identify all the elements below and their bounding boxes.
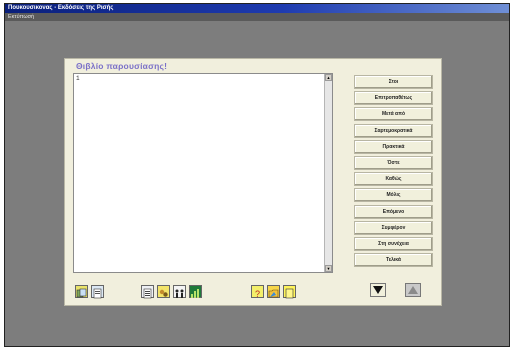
connector-button[interactable]: Σαρτεμοκρατικά <box>354 123 433 138</box>
list-icon[interactable] <box>141 285 154 299</box>
bottom-toolbar: ? <box>65 281 441 301</box>
connector-button[interactable]: Συμφέρον <box>354 220 433 235</box>
note-icon[interactable] <box>283 285 296 299</box>
window-title: Πουκουσικονας - Εκδόσεις της Ρισής <box>8 5 114 11</box>
title-bar: Πουκουσικονας - Εκδόσεις της Ρισής <box>5 4 509 13</box>
scroll-up-icon <box>408 286 418 294</box>
presentation-panel: Θιβλίο παρουσίασης! 1 ▲ ▼ Στοι Επιτροπαθ… <box>64 58 442 306</box>
connector-button[interactable]: Μόλις <box>354 188 433 203</box>
connector-button[interactable]: Τελικά <box>354 253 433 268</box>
connector-button[interactable]: Επόμενο <box>354 204 433 219</box>
menu-bar: Εκτύπωσή <box>5 13 509 21</box>
panel-heading: Θιβλίο παρουσίασης! <box>76 61 168 71</box>
copy-icon[interactable] <box>75 285 88 298</box>
scroll-down-arrow-icon[interactable]: ▼ <box>325 265 332 272</box>
people-icon[interactable] <box>173 285 186 298</box>
folder-icon[interactable] <box>267 285 280 298</box>
group-icon[interactable] <box>157 285 170 298</box>
scroll-up-arrow-icon[interactable]: ▲ <box>325 74 332 81</box>
previous-page-button[interactable] <box>405 283 421 297</box>
connector-button[interactable]: Μετά από <box>354 107 433 122</box>
chart-icon[interactable] <box>189 285 202 298</box>
connector-button[interactable]: Στη συνέχεια <box>354 236 433 251</box>
next-page-button[interactable] <box>370 283 386 297</box>
menu-item-print[interactable]: Εκτύπωσή <box>8 13 34 21</box>
paste-icon[interactable] <box>91 285 104 299</box>
svg-text:?: ? <box>255 289 260 299</box>
help-icon[interactable]: ? <box>251 285 264 299</box>
connector-button[interactable]: Όστε <box>354 155 433 170</box>
editor-content: 1 <box>76 75 80 82</box>
scroll-down-icon <box>373 286 383 294</box>
connector-button[interactable]: Στοι <box>354 75 433 89</box>
editor-scrollbar[interactable]: ▲ ▼ <box>324 74 332 272</box>
connector-button[interactable]: Επιτροπαθέτως <box>354 91 433 106</box>
connector-buttons: Στοι Επιτροπαθέτως Μετά από Σαρτεμοκρατι… <box>354 75 433 269</box>
connector-button[interactable]: Πρακτικά <box>354 139 433 154</box>
connector-button[interactable]: Καθώς <box>354 172 433 187</box>
text-editor[interactable]: 1 ▲ ▼ <box>73 73 333 273</box>
